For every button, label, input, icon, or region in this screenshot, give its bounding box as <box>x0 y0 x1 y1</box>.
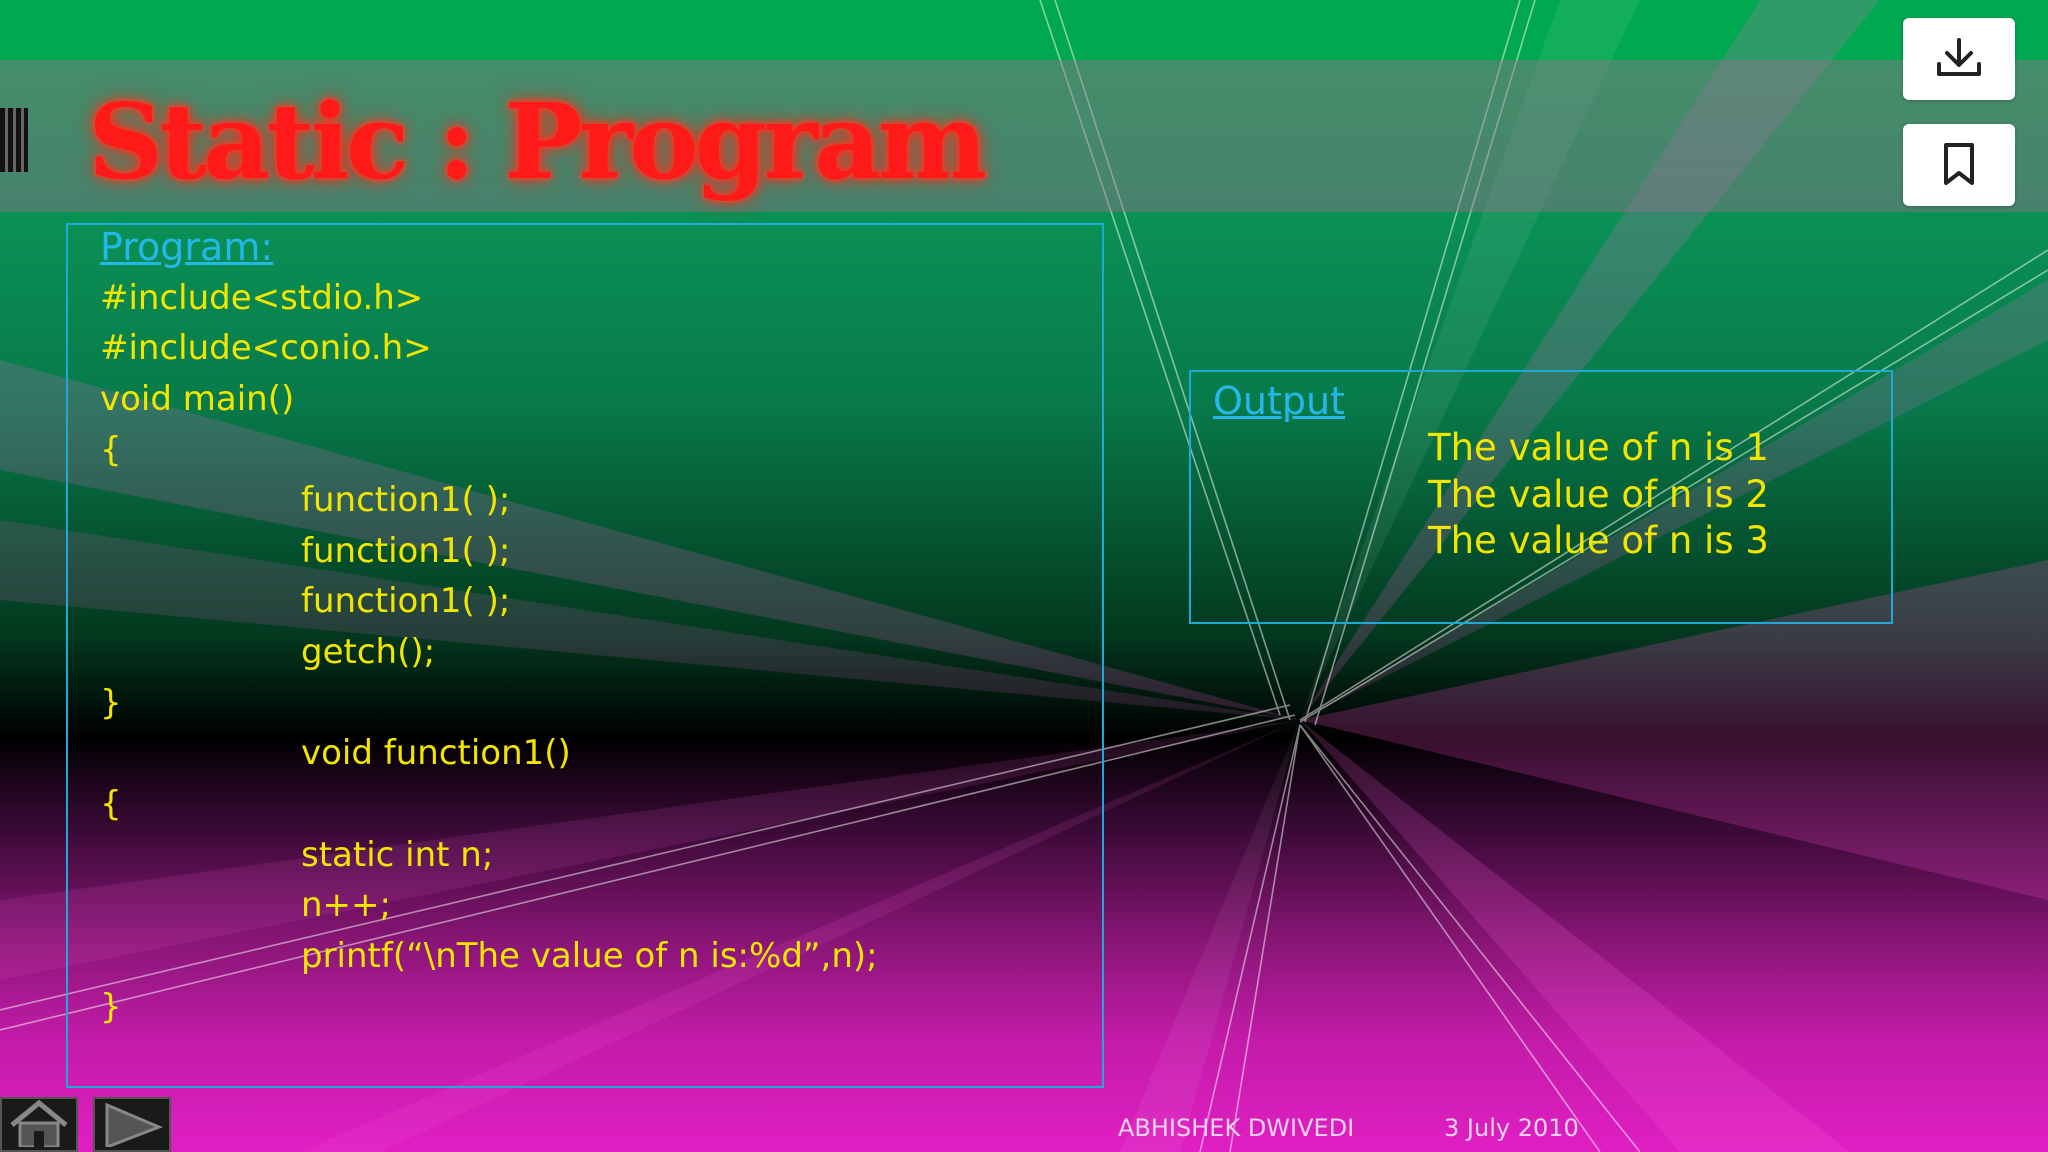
code-line: void function1() <box>301 733 571 773</box>
presentation-slide: Static : Program Program: #include<stdio… <box>0 0 2048 1152</box>
code-line: printf(“\nThe value of n is:%d”,n); <box>301 936 878 976</box>
code-line: function1( ); <box>301 531 511 571</box>
code-line: #include<stdio.h> <box>100 278 424 318</box>
code-line: static int n; <box>301 835 494 875</box>
output-line: The value of n is 2 <box>1428 473 1769 516</box>
title-stripe-decoration <box>0 108 28 172</box>
footer-date: 3 July 2010 <box>1444 1114 1579 1142</box>
output-line: The value of n is 1 <box>1428 426 1769 469</box>
play-next-icon <box>97 1099 167 1150</box>
slide-title: Static : Program <box>88 80 988 203</box>
code-line: } <box>100 683 122 723</box>
code-line: getch(); <box>301 632 436 672</box>
code-line: { <box>100 430 122 470</box>
home-button[interactable] <box>0 1097 78 1152</box>
code-line: { <box>100 784 122 824</box>
code-line: function1( ); <box>301 581 511 621</box>
bookmark-icon <box>1939 141 1979 190</box>
code-line: } <box>100 987 122 1027</box>
code-line: n++; <box>301 885 391 925</box>
footer-author: ABHISHEK DWIVEDI <box>1118 1114 1355 1142</box>
output-line: The value of n is 3 <box>1428 519 1769 562</box>
download-button[interactable] <box>1903 18 2015 100</box>
home-icon <box>4 1099 74 1150</box>
code-line: void main() <box>100 379 295 419</box>
program-heading: Program: <box>100 225 274 269</box>
code-line: function1( ); <box>301 480 511 520</box>
next-slide-button[interactable] <box>93 1097 171 1152</box>
bookmark-button[interactable] <box>1903 124 2015 206</box>
output-heading: Output <box>1213 379 1345 423</box>
code-line: #include<conio.h> <box>100 328 432 368</box>
download-icon <box>1933 36 1985 83</box>
